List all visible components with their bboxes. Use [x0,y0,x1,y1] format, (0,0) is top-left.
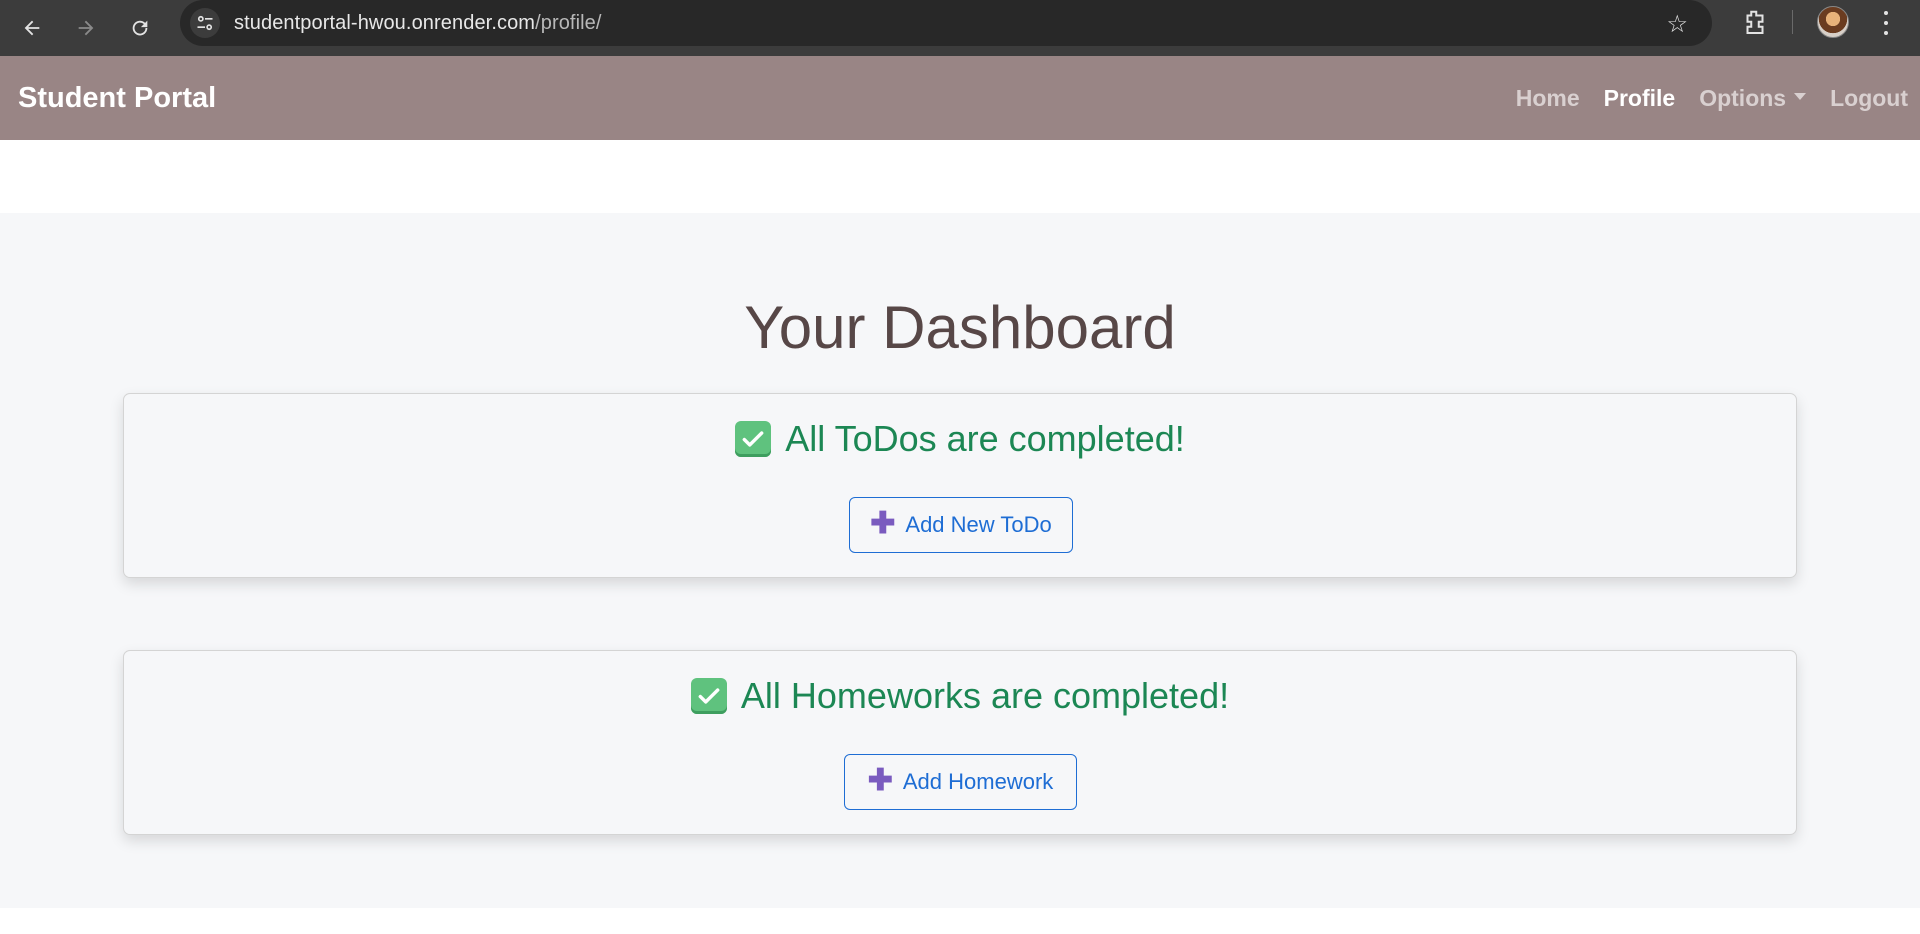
todos-card: All ToDos are completed! ✚ Add New ToDo [123,393,1797,578]
add-todo-button[interactable]: ✚ Add New ToDo [849,497,1073,553]
brand-logo[interactable]: Student Portal [18,82,216,115]
site-navbar: Student Portal Home Profile Options Logo… [0,56,1920,140]
site-settings-icon[interactable] [190,8,220,38]
nav-links: Home Profile Options Logout [1492,56,1908,140]
page-title: Your Dashboard [744,294,1176,361]
caret-down-icon [1794,92,1807,100]
todos-status-text: All ToDos are completed! [785,418,1185,459]
plus-icon: ✚ [867,764,893,797]
check-mark-icon [690,678,727,714]
plus-icon: ✚ [870,507,896,540]
reload-icon[interactable] [120,8,160,48]
check-mark-icon [735,421,772,457]
add-homework-label: Add Homework [902,769,1054,794]
dashboard-section: Your Dashboard All ToDos are completed! … [0,213,1920,908]
address-bar[interactable]: studentportal-hwou.onrender.com/profile/… [180,0,1712,46]
back-icon[interactable] [12,8,52,48]
nav-home[interactable]: Home [1516,85,1580,112]
nav-profile[interactable]: Profile [1604,85,1676,112]
todos-status: All ToDos are completed! [124,418,1796,460]
forward-icon[interactable] [66,8,106,48]
add-homework-button[interactable]: ✚ Add Homework [844,754,1077,810]
profile-avatar[interactable] [1817,6,1849,38]
homeworks-status-text: All Homeworks are completed! [740,675,1230,716]
add-todo-label: Add New ToDo [905,512,1052,537]
nav-logout[interactable]: Logout [1830,85,1908,112]
extensions-icon[interactable] [1740,8,1770,38]
homeworks-card: All Homeworks are completed! ✚ Add Homew… [123,650,1797,835]
browser-toolbar: studentportal-hwou.onrender.com/profile/… [0,0,1920,56]
kebab-menu-icon[interactable] [1876,8,1896,38]
url-text: studentportal-hwou.onrender.com/profile/ [234,11,602,34]
star-icon[interactable]: ☆ [1666,10,1688,39]
nav-options-label: Options [1699,84,1787,111]
toolbar-divider [1792,10,1793,34]
nav-options-dropdown[interactable]: Options [1699,84,1807,112]
homeworks-status: All Homeworks are completed! [124,675,1796,717]
